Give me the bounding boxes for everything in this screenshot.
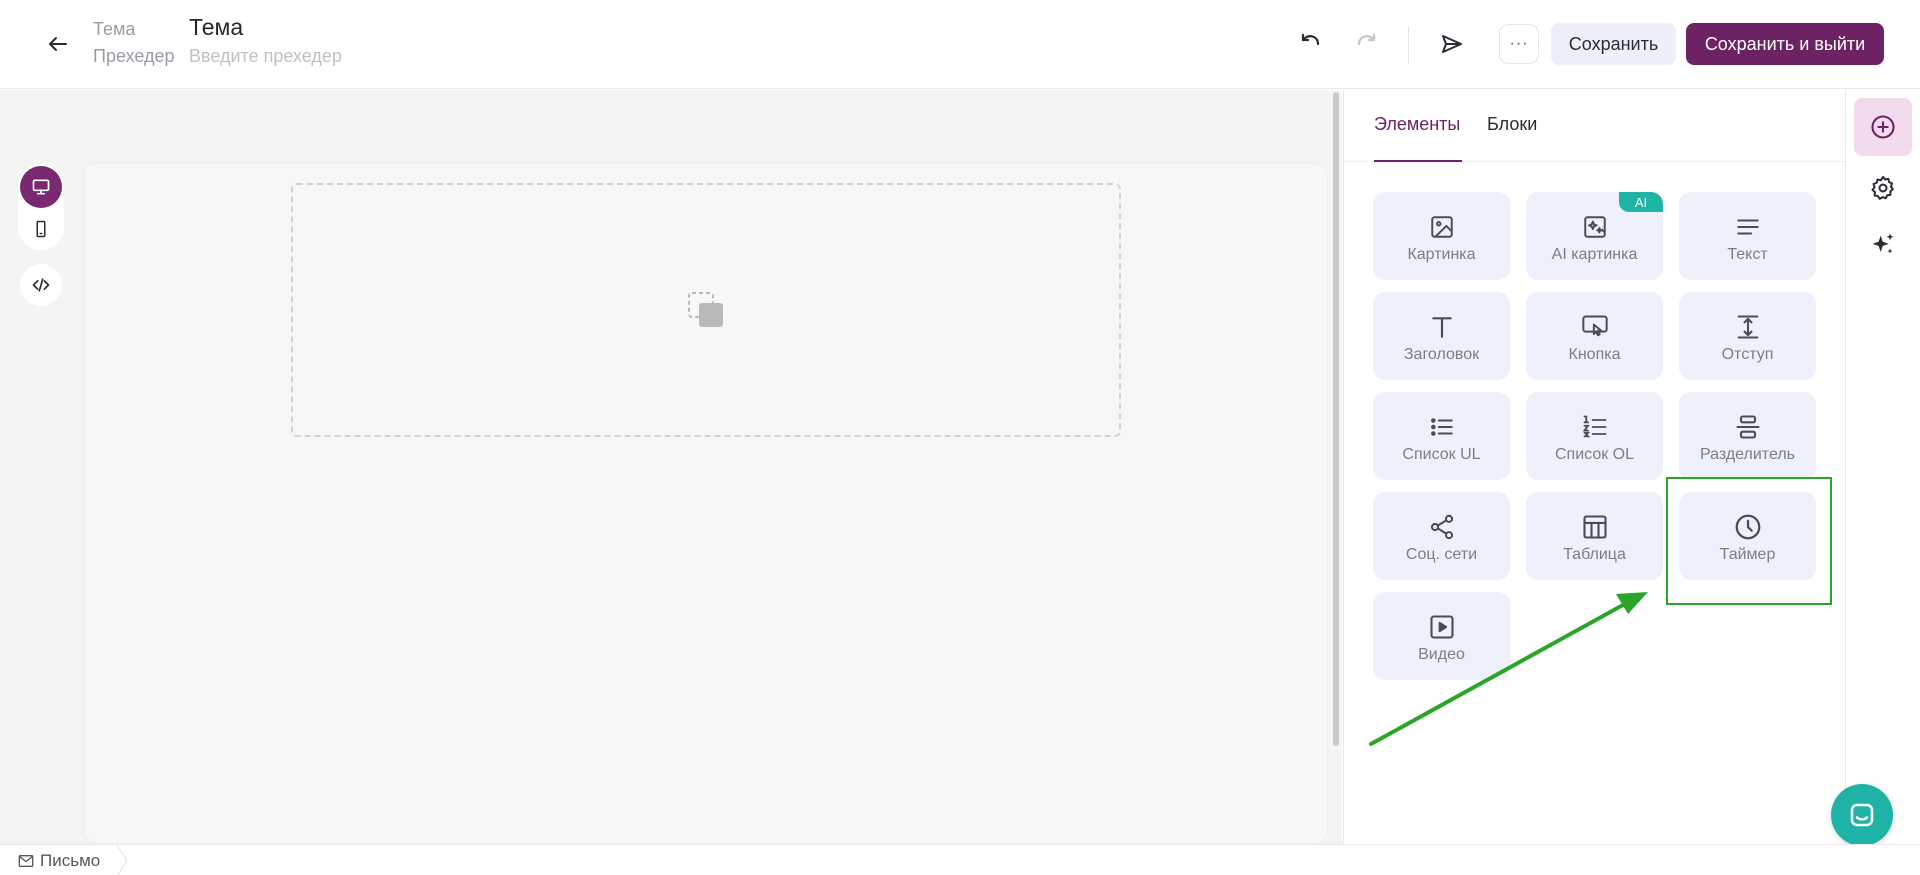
- save-button[interactable]: Сохранить: [1551, 23, 1676, 65]
- tile-label: Видео: [1418, 646, 1465, 663]
- tile-label: Таблица: [1563, 546, 1626, 563]
- redo-icon: [1357, 33, 1376, 46]
- mobile-icon: [36, 220, 46, 238]
- more-options-button[interactable]: ···: [1499, 24, 1539, 64]
- element-tile-numbered-list[interactable]: Список OL: [1526, 392, 1663, 480]
- add-element-button[interactable]: [1854, 98, 1912, 156]
- share-icon: [1430, 514, 1453, 540]
- tile-label: Соц. сети: [1405, 546, 1478, 563]
- numbered-list-icon: [1582, 415, 1606, 438]
- tab-elements[interactable]: Элементы: [1374, 114, 1460, 135]
- element-tile-bullet-list[interactable]: Список UL: [1373, 392, 1510, 480]
- empty-drop-zone[interactable]: [291, 183, 1121, 437]
- desktop-icon: [32, 179, 50, 195]
- element-tile-divider[interactable]: Разделитель: [1679, 392, 1816, 480]
- clock-icon: [1735, 514, 1760, 540]
- tile-label: Отступ: [1721, 346, 1774, 363]
- sparkles-icon: [1872, 233, 1894, 254]
- subject-input[interactable]: Тема: [189, 14, 243, 41]
- tile-label: Список OL: [1554, 446, 1635, 463]
- send-icon: [1442, 35, 1462, 53]
- subject-label: Тема: [93, 19, 136, 39]
- code-icon: [32, 278, 50, 292]
- gear-icon: [1871, 175, 1894, 200]
- send-test-button[interactable]: [1437, 29, 1467, 59]
- save-and-exit-button[interactable]: Сохранить и выйти: [1686, 23, 1884, 65]
- tile-label: Таймер: [1719, 546, 1776, 563]
- element-tile-button[interactable]: Кнопка: [1526, 292, 1663, 380]
- arrow-left-icon: [49, 37, 67, 51]
- header-divider: [1408, 26, 1409, 64]
- footer-bar: Письмо: [0, 844, 1920, 875]
- support-chat-button[interactable]: [1831, 784, 1893, 846]
- tile-label: Разделитель: [1699, 446, 1795, 463]
- tile-label: Картинка: [1407, 246, 1476, 263]
- tile-label: Кнопка: [1568, 346, 1621, 363]
- tile-label: AI картинка: [1551, 246, 1638, 263]
- text-icon: [1736, 219, 1759, 235]
- undo-icon: [1301, 33, 1320, 46]
- bullet-list-icon: [1430, 418, 1453, 436]
- redo-button[interactable]: [1351, 29, 1381, 59]
- preheader-input[interactable]: Введите прехедер: [189, 46, 342, 67]
- button-icon: [1581, 315, 1608, 337]
- canvas-scrollbar[interactable]: [1333, 92, 1339, 746]
- divider-icon: [1735, 415, 1760, 439]
- tile-label: Список UL: [1402, 446, 1481, 463]
- drop-placeholder-icon: [688, 292, 723, 327]
- panel-tabs: Элементы Блоки: [1344, 90, 1846, 162]
- breadcrumb-separator: [116, 845, 128, 875]
- envelope-icon: [18, 855, 34, 867]
- tile-label: Заголовок: [1403, 346, 1480, 363]
- desktop-view-button[interactable]: [20, 166, 62, 208]
- heading-icon: [1431, 317, 1452, 338]
- device-toggle: [18, 164, 64, 250]
- tile-label: Текст: [1727, 246, 1768, 263]
- video-icon: [1429, 615, 1454, 639]
- element-tile-video[interactable]: Видео: [1373, 592, 1510, 680]
- table-icon: [1582, 515, 1607, 539]
- tab-blocks[interactable]: Блоки: [1487, 114, 1537, 135]
- chat-icon: [1850, 803, 1874, 827]
- code-view-button[interactable]: [20, 264, 62, 306]
- active-tab-indicator: [1374, 160, 1462, 162]
- breadcrumb-label: Письмо: [40, 851, 101, 870]
- preheader-label: Прехедер: [93, 46, 175, 66]
- element-tile-image[interactable]: Картинка: [1373, 192, 1510, 280]
- element-tile-social[interactable]: Соц. сети: [1373, 492, 1510, 580]
- breadcrumb-email[interactable]: Письмо: [18, 851, 100, 871]
- right-rail: [1845, 90, 1920, 844]
- element-tile-heading[interactable]: Заголовок: [1373, 292, 1510, 380]
- plus-circle-icon: [1871, 115, 1895, 139]
- image-icon: [1430, 216, 1453, 238]
- element-tile-ai-image[interactable]: AI AI картинка: [1526, 192, 1663, 280]
- spacer-icon: [1737, 315, 1758, 339]
- back-button[interactable]: [44, 30, 72, 58]
- editor-header: Тема Прехедер Тема Введите прехедер ··· …: [0, 0, 1920, 89]
- ai-assistant-button[interactable]: [1854, 216, 1912, 274]
- ai-image-icon: [1583, 216, 1606, 238]
- settings-button[interactable]: [1854, 159, 1912, 217]
- element-tile-text[interactable]: Текст: [1679, 192, 1816, 280]
- element-tile-table[interactable]: Таблица: [1526, 492, 1663, 580]
- mobile-view-button[interactable]: [20, 208, 62, 250]
- ai-badge: AI: [1619, 192, 1663, 212]
- undo-button[interactable]: [1296, 29, 1326, 59]
- element-tile-spacer[interactable]: Отступ: [1679, 292, 1816, 380]
- element-tile-timer[interactable]: Таймер: [1679, 492, 1816, 580]
